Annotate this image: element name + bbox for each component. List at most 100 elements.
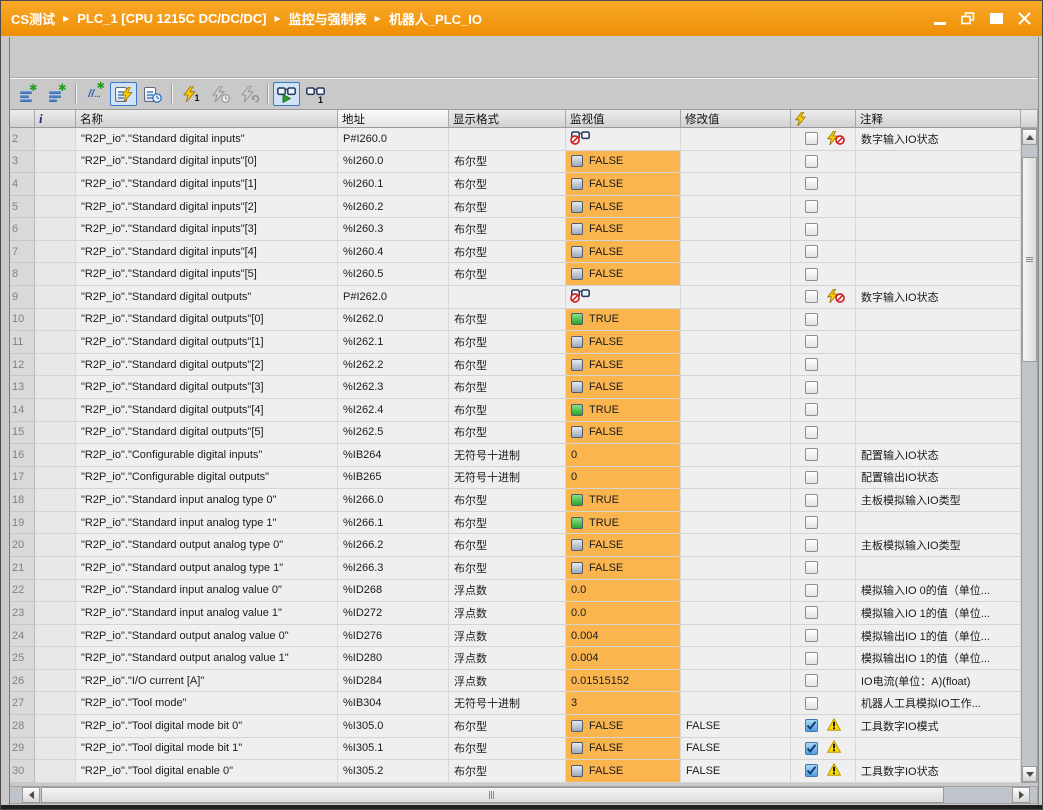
add-row-button[interactable]: ✱ — [43, 82, 70, 106]
monitor-value-cell[interactable]: FALSE — [566, 151, 681, 174]
address-cell[interactable]: %I305.1 — [338, 738, 449, 761]
tag-name-cell[interactable]: "R2P_io"."Standard digital outputs"[0] — [76, 309, 338, 332]
modify-enable-checkbox[interactable] — [805, 200, 818, 213]
breadcrumb-project[interactable]: CS测试 — [11, 9, 55, 28]
address-cell[interactable]: %IB304 — [338, 692, 449, 715]
display-format-cell[interactable] — [449, 128, 566, 151]
tag-name-cell[interactable]: "R2P_io"."Standard digital outputs"[4] — [76, 399, 338, 422]
column-header-address[interactable]: 地址 — [338, 110, 449, 128]
display-format-cell[interactable]: 布尔型 — [449, 760, 566, 783]
display-format-cell[interactable]: 浮点数 — [449, 625, 566, 648]
comment-cell[interactable] — [856, 399, 1021, 422]
modify-value-cell[interactable] — [681, 196, 791, 219]
modify-value-cell[interactable] — [681, 128, 791, 151]
horizontal-scrollbar[interactable] — [9, 786, 1038, 804]
monitor-value-cell[interactable]: 0 — [566, 467, 681, 490]
column-header-monitor[interactable]: 监视值 — [566, 110, 681, 128]
address-cell[interactable]: %I266.0 — [338, 489, 449, 512]
scroll-left-button[interactable] — [22, 787, 40, 803]
modify-enable-checkbox[interactable] — [805, 381, 818, 394]
address-cell[interactable]: %I305.2 — [338, 760, 449, 783]
display-format-cell[interactable]: 布尔型 — [449, 173, 566, 196]
monitor-value-cell[interactable]: FALSE — [566, 422, 681, 445]
comment-cell[interactable]: 工具数字IO状态 — [856, 760, 1021, 783]
modify-enable-checkbox[interactable] — [805, 494, 818, 507]
modify-enable-checkbox[interactable] — [805, 132, 818, 145]
comment-cell[interactable] — [856, 557, 1021, 580]
display-format-cell[interactable]: 布尔型 — [449, 218, 566, 241]
comment-cell[interactable]: 数字输入IO状态 — [856, 128, 1021, 151]
modify-enable-checkbox[interactable] — [805, 403, 818, 416]
modify-value-cell[interactable]: FALSE — [681, 738, 791, 761]
monitor-value-cell[interactable]: 3 — [566, 692, 681, 715]
restore-button[interactable] — [960, 11, 976, 27]
display-format-cell[interactable]: 布尔型 — [449, 376, 566, 399]
monitor-value-cell[interactable]: FALSE — [566, 715, 681, 738]
enable-peripheral-outputs-button[interactable] — [235, 82, 262, 106]
close-button[interactable] — [1016, 11, 1032, 27]
address-cell[interactable]: %IB264 — [338, 444, 449, 467]
monitor-value-button[interactable] — [273, 82, 300, 106]
tag-name-cell[interactable]: "R2P_io"."Standard digital outputs" — [76, 286, 338, 309]
minimize-button[interactable] — [932, 11, 948, 27]
display-format-cell[interactable]: 布尔型 — [449, 489, 566, 512]
display-format-cell[interactable]: 布尔型 — [449, 196, 566, 219]
modify-with-trigger-button[interactable] — [206, 82, 233, 106]
modify-value-cell[interactable] — [681, 580, 791, 603]
display-format-cell[interactable]: 布尔型 — [449, 263, 566, 286]
tag-name-cell[interactable]: "R2P_io"."Standard input analog value 0" — [76, 580, 338, 603]
modify-value-cell[interactable] — [681, 331, 791, 354]
modify-value-cell[interactable] — [681, 286, 791, 309]
modify-value-cell[interactable] — [681, 444, 791, 467]
monitor-value-cell[interactable]: TRUE — [566, 512, 681, 535]
monitor-value-cell[interactable]: FALSE — [566, 376, 681, 399]
modify-enable-checkbox[interactable] — [805, 539, 818, 552]
comment-cell[interactable]: IO电流(单位：A)(float) — [856, 670, 1021, 693]
monitor-value-cell[interactable]: TRUE — [566, 489, 681, 512]
modify-enable-checkbox[interactable] — [805, 268, 818, 281]
modify-enable-checkbox[interactable] — [805, 448, 818, 461]
tag-name-cell[interactable]: "R2P_io"."Standard digital inputs"[5] — [76, 263, 338, 286]
modify-enable-checkbox[interactable] — [805, 335, 818, 348]
modify-enable-checkbox[interactable] — [805, 719, 818, 732]
address-cell[interactable]: %I262.2 — [338, 354, 449, 377]
comment-cell[interactable] — [856, 512, 1021, 535]
comment-cell[interactable] — [856, 241, 1021, 264]
monitor-value-cell[interactable]: FALSE — [566, 263, 681, 286]
modify-value-cell[interactable] — [681, 218, 791, 241]
monitor-value-cell[interactable]: 0.0 — [566, 602, 681, 625]
modify-enable-checkbox[interactable] — [805, 742, 818, 755]
modify-value-cell[interactable] — [681, 512, 791, 535]
monitor-value-cell[interactable]: 0.0 — [566, 580, 681, 603]
comment-cell[interactable] — [856, 218, 1021, 241]
address-cell[interactable]: %I262.4 — [338, 399, 449, 422]
address-cell[interactable]: %I266.2 — [338, 534, 449, 557]
modify-enable-checkbox[interactable] — [805, 155, 818, 168]
modify-value-cell[interactable] — [681, 647, 791, 670]
column-header-info[interactable]: i — [35, 110, 76, 128]
modify-enable-checkbox[interactable] — [805, 606, 818, 619]
modify-value-cell[interactable]: FALSE — [681, 760, 791, 783]
tag-name-cell[interactable]: "R2P_io"."Standard digital outputs"[2] — [76, 354, 338, 377]
modify-value-cell[interactable] — [681, 489, 791, 512]
monitor-value-cell[interactable]: FALSE — [566, 218, 681, 241]
address-cell[interactable]: %I262.5 — [338, 422, 449, 445]
modify-value-cell[interactable] — [681, 309, 791, 332]
modify-enable-checkbox[interactable] — [805, 223, 818, 236]
display-format-cell[interactable]: 布尔型 — [449, 331, 566, 354]
column-header-format[interactable]: 显示格式 — [449, 110, 566, 128]
tag-name-cell[interactable]: "R2P_io"."Standard input analog value 1" — [76, 602, 338, 625]
modify-value-cell[interactable] — [681, 399, 791, 422]
tag-name-cell[interactable]: "R2P_io"."Standard input analog type 0" — [76, 489, 338, 512]
insert-row-button[interactable]: ✱ — [14, 82, 41, 106]
comment-cell[interactable] — [856, 309, 1021, 332]
address-cell[interactable]: %I266.1 — [338, 512, 449, 535]
monitor-value-once-button[interactable]: 1 — [302, 82, 329, 106]
modify-enable-checkbox[interactable] — [805, 764, 818, 777]
address-cell[interactable]: %I260.1 — [338, 173, 449, 196]
modify-value-cell[interactable] — [681, 173, 791, 196]
display-format-cell[interactable]: 浮点数 — [449, 602, 566, 625]
modify-value-cell[interactable] — [681, 263, 791, 286]
display-format-cell[interactable]: 浮点数 — [449, 670, 566, 693]
monitor-value-cell[interactable]: 0.01515152 — [566, 670, 681, 693]
